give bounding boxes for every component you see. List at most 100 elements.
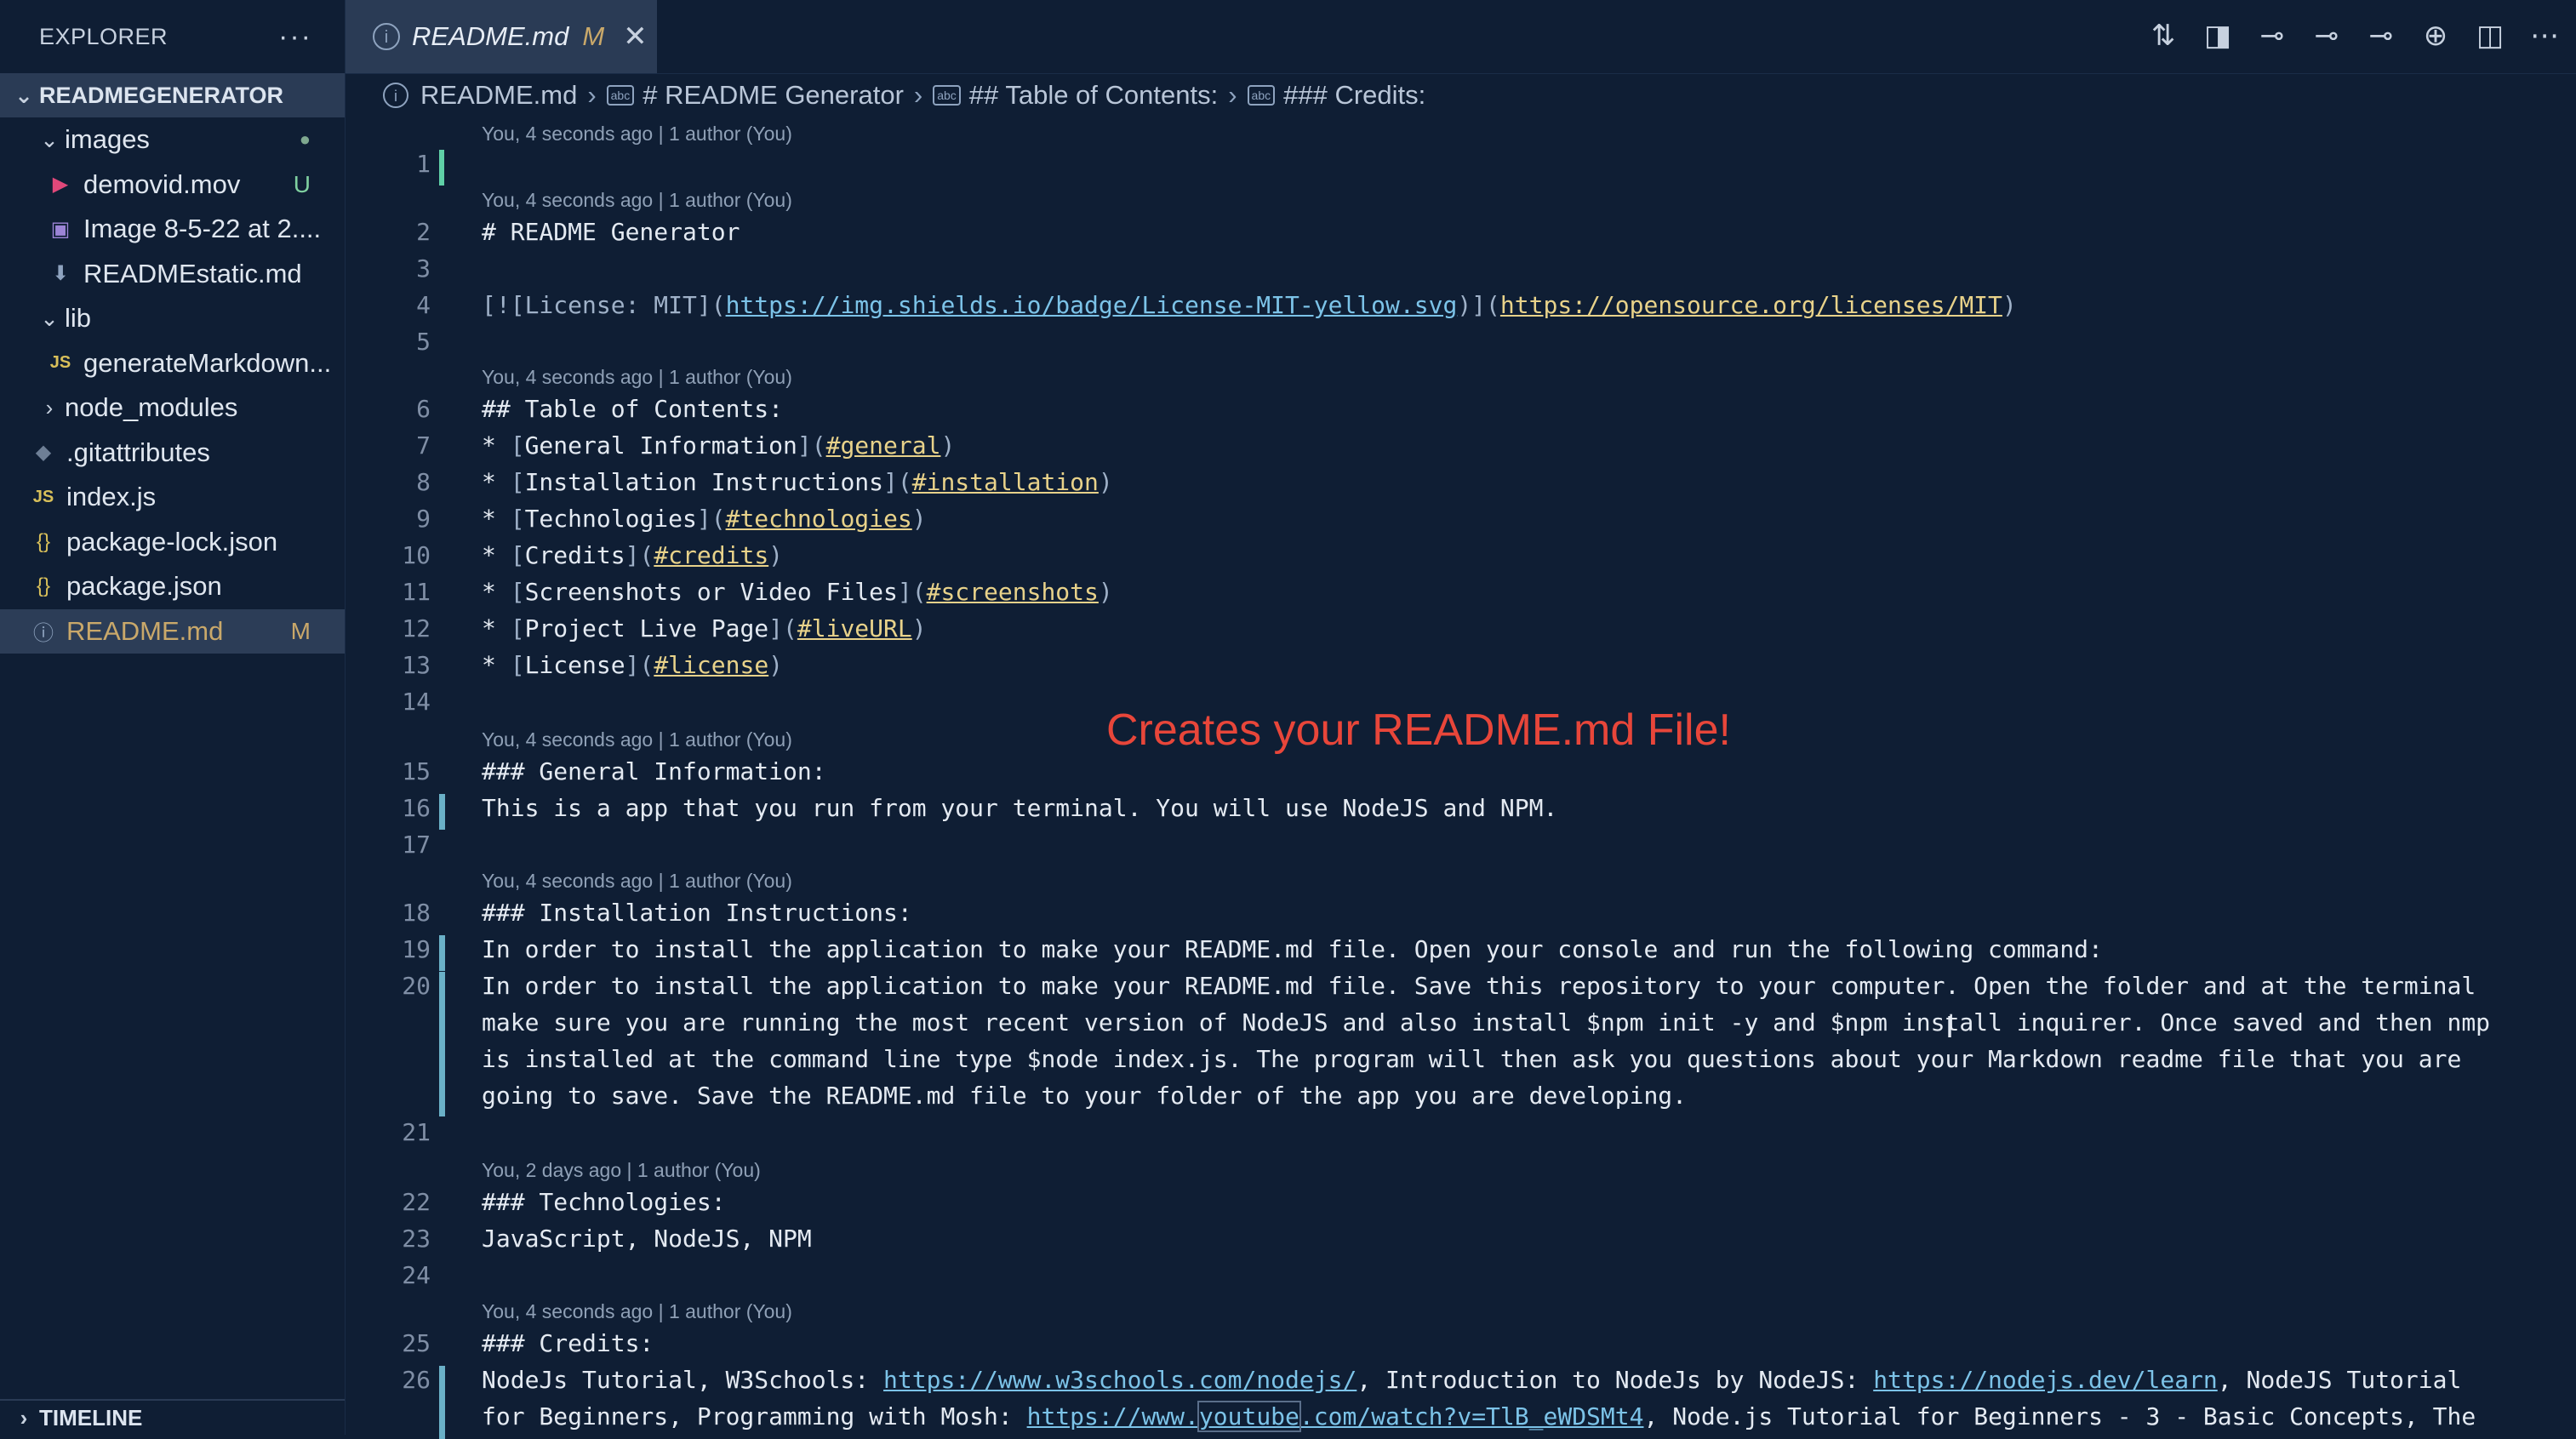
code-text: This is a app that you run from your ter… bbox=[482, 794, 1558, 822]
toc-anchor-link[interactable]: #liveURL bbox=[797, 614, 912, 642]
blame-codelens[interactable]: You, 4 seconds ago | 1 author (You) bbox=[482, 123, 792, 146]
image-file-icon: ▣ bbox=[50, 217, 71, 241]
code-link[interactable]: .com/watch?v=TlB_eWDSMt4 bbox=[1299, 1402, 1644, 1430]
tree-item-gitattributes[interactable]: ◆ .gitattributes bbox=[0, 431, 345, 476]
toc-entry: * [Screenshots or Video Files](#screensh… bbox=[482, 578, 1113, 606]
text-select-cursor-icon: I bbox=[1945, 1009, 1955, 1044]
tree-item-label: Image 8-5-22 at 2.... bbox=[83, 214, 322, 244]
next-change-icon[interactable]: ⊸ bbox=[2367, 19, 2396, 53]
blame-codelens[interactable]: You, 2 days ago | 1 author (You) bbox=[482, 1159, 761, 1182]
code-line: 24 bbox=[346, 1261, 2576, 1298]
timeline-label: TIMELINE bbox=[39, 1404, 143, 1430]
blame-codelens[interactable]: You, 4 seconds ago | 1 author (You) bbox=[482, 1300, 792, 1323]
tree-item-lib[interactable]: ⌄ lib bbox=[0, 296, 345, 341]
chevron-down-icon: ⌄ bbox=[40, 126, 59, 152]
code-line: 1 bbox=[346, 150, 2576, 186]
modified-line-marker[interactable] bbox=[439, 794, 445, 830]
code-text: In order to install the application to m… bbox=[482, 935, 2103, 963]
tree-item-node-modules[interactable]: › node_modules bbox=[0, 385, 345, 431]
chevron-down-icon: ⌄ bbox=[40, 305, 59, 331]
tree-item-image[interactable]: ▣ Image 8-5-22 at 2.... bbox=[0, 207, 345, 252]
tree-item-generatemarkdown[interactable]: JS generateMarkdown... bbox=[0, 341, 345, 386]
line-number: 14 bbox=[402, 688, 431, 716]
blame-codelens[interactable]: You, 4 seconds ago | 1 author (You) bbox=[482, 870, 792, 893]
tree-item-package-lock[interactable]: {} package-lock.json bbox=[0, 520, 345, 565]
tree-item-package-json[interactable]: {} package.json bbox=[0, 564, 345, 609]
code-line: 19 In order to install the application t… bbox=[346, 935, 2576, 972]
code-line: 10 * [Credits](#credits) bbox=[346, 541, 2576, 578]
blame-codelens[interactable]: You, 4 seconds ago | 1 author (You) bbox=[482, 728, 792, 751]
modified-line-marker[interactable] bbox=[439, 935, 445, 971]
code-link[interactable]: https://opensource.org/licenses/MIT bbox=[1500, 291, 2002, 319]
tree-item-label: .gitattributes bbox=[66, 437, 210, 467]
code-line: 3 bbox=[346, 254, 2576, 291]
javascript-file-icon: JS bbox=[32, 487, 54, 506]
toc-anchor-link[interactable]: #license bbox=[654, 651, 768, 679]
close-icon[interactable]: ✕ bbox=[623, 20, 648, 54]
more-actions-icon[interactable]: ⋯ bbox=[2530, 19, 2559, 53]
tree-item-readmestatic[interactable]: ⬇ READMEstatic.md bbox=[0, 252, 345, 297]
chevron-right-icon: › bbox=[1228, 80, 1237, 110]
toc-anchor-link[interactable]: #screenshots bbox=[927, 578, 1099, 606]
tree-item-demovid[interactable]: ▶ demovid.mov U bbox=[0, 163, 345, 208]
split-editor-icon[interactable]: ◫ bbox=[2476, 19, 2505, 53]
tree-item-readme[interactable]: ⓘ README.md M bbox=[0, 608, 345, 654]
code-fragment: for Beginners, Programming with Mosh: bbox=[482, 1402, 1027, 1430]
code-fragment: NodeJs Tutorial, W3Schools: bbox=[482, 1366, 884, 1394]
code-text: ## Table of Contents: bbox=[482, 395, 784, 423]
timeline-section-header[interactable]: › TIMELINE bbox=[0, 1399, 345, 1435]
toc-anchor-link[interactable]: #technologies bbox=[726, 505, 912, 533]
code-link[interactable]: https://img.shields.io/badge/License-MIT… bbox=[726, 291, 1458, 319]
code-line: 16 This is a app that you run from your … bbox=[346, 794, 2576, 831]
code-editor[interactable]: You, 4 seconds ago | 1 author (You) 1 Yo… bbox=[346, 119, 2576, 1439]
string-symbol-icon: abc bbox=[1247, 85, 1276, 106]
line-number: 25 bbox=[402, 1329, 431, 1357]
blame-codelens[interactable]: You, 4 seconds ago | 1 author (You) bbox=[482, 189, 792, 212]
breadcrumb-item[interactable]: # README Generator bbox=[643, 80, 904, 111]
git-commit-icon[interactable]: ⊸ bbox=[2258, 19, 2287, 53]
code-link[interactable]: https://www.w3schools.com/nodejs/ bbox=[883, 1366, 1357, 1394]
code-line: 17 bbox=[346, 831, 2576, 867]
breadcrumb-item[interactable]: ### Credits: bbox=[1283, 80, 1425, 111]
code-line: 8 * [Installation Instructions](#install… bbox=[346, 468, 2576, 505]
text-cursor bbox=[439, 150, 444, 186]
blame-codelens[interactable]: You, 4 seconds ago | 1 author (You) bbox=[482, 366, 792, 389]
code-text-wrapped: make sure you are running the most recen… bbox=[482, 1008, 2491, 1036]
toc-text: Credits bbox=[524, 541, 625, 569]
toc-anchor-link[interactable]: #general bbox=[826, 431, 941, 460]
code-line: 2 # README Generator bbox=[346, 218, 2576, 254]
compare-changes-icon[interactable]: ⇅ bbox=[2149, 19, 2178, 53]
code-text-wrapped: is installed at the command line type $n… bbox=[482, 1045, 2462, 1073]
chevron-right-icon: › bbox=[587, 80, 597, 110]
video-file-icon: ▶ bbox=[52, 173, 69, 197]
toc-entry: * [Credits](#credits) bbox=[482, 541, 784, 569]
word-highlight[interactable]: youtube bbox=[1197, 1401, 1301, 1432]
breadcrumb-item[interactable]: ## Table of Contents: bbox=[969, 80, 1218, 111]
more-actions-icon[interactable]: ··· bbox=[278, 20, 312, 54]
tab-readme[interactable]: i README.md M ✕ bbox=[346, 0, 657, 73]
code-link[interactable]: https://www. bbox=[1027, 1402, 1199, 1430]
code-line: 20 In order to install the application t… bbox=[346, 972, 2576, 1118]
toc-anchor-link[interactable]: #installation bbox=[912, 468, 1099, 496]
line-number: 13 bbox=[402, 651, 431, 679]
project-folder-header[interactable]: ⌄ READMEGENERATOR bbox=[0, 73, 345, 117]
code-text: NodeJs Tutorial, W3Schools: https://www.… bbox=[482, 1366, 2461, 1394]
toc-anchor-link[interactable]: #credits bbox=[654, 541, 768, 569]
toc-text: License bbox=[524, 651, 625, 679]
code-link[interactable]: https://nodejs.dev/learn bbox=[1873, 1366, 2218, 1394]
modified-line-marker[interactable] bbox=[439, 972, 445, 1116]
tree-item-images[interactable]: ⌄ images ● bbox=[0, 117, 345, 163]
editor-toolbar: ⇅ ◨ ⊸ ⊸ ⊸ ⊕ ◫ ⋯ bbox=[2149, 19, 2559, 53]
breadcrumb-item[interactable]: README.md bbox=[420, 80, 577, 111]
open-preview-icon[interactable]: ◨ bbox=[2203, 19, 2232, 53]
line-number: 18 bbox=[402, 899, 431, 927]
previous-change-icon[interactable]: ⊸ bbox=[2312, 19, 2341, 53]
modified-line-marker[interactable] bbox=[439, 1366, 445, 1439]
code-text: JavaScript, NodeJS, NPM bbox=[482, 1225, 812, 1253]
tree-item-indexjs[interactable]: JS index.js bbox=[0, 475, 345, 520]
tree-item-label: demovid.mov bbox=[83, 168, 241, 199]
string-symbol-icon: abc bbox=[933, 85, 961, 106]
git-lens-icon[interactable]: ⊕ bbox=[2421, 19, 2450, 53]
code-line: 21 bbox=[346, 1118, 2576, 1155]
explorer-sidebar: EXPLORER ··· ⌄ READMEGENERATOR ⌄ images … bbox=[0, 0, 346, 1435]
